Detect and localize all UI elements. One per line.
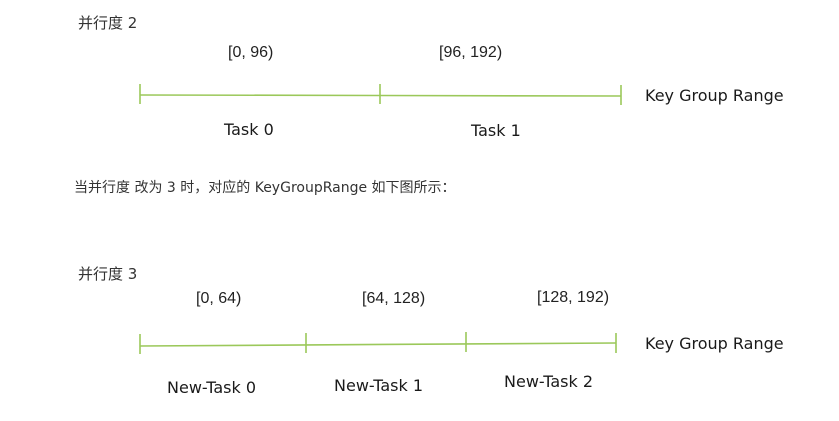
diagram2-range-2: [128, 192) <box>537 289 610 306</box>
timeline-lines <box>139 84 622 354</box>
diagram1-axis-label: Key Group Range <box>645 86 784 105</box>
diagram1-task-1: Task 1 <box>471 121 521 140</box>
diagram1-task-0: Task 0 <box>224 120 274 139</box>
diagram2-axis-label: Key Group Range <box>645 334 784 353</box>
diagram2-task-2: New-Task 2 <box>504 372 593 391</box>
diagram2-axis <box>139 332 617 354</box>
diagram2-axis-line <box>139 342 617 347</box>
diagram2-title: 并行度 3 <box>78 265 138 283</box>
diagram2-range-1: [64, 128) <box>362 290 426 307</box>
diagram2-range-0: [0, 64) <box>196 290 242 307</box>
diagram2-task-0: New-Task 0 <box>167 378 256 397</box>
caption-text: 当并行度 改为 3 时，对应的 KeyGroupRange 如下图所示： <box>74 180 456 196</box>
diagram1-axis <box>139 84 622 105</box>
diagram2-task-1: New-Task 1 <box>334 376 423 395</box>
